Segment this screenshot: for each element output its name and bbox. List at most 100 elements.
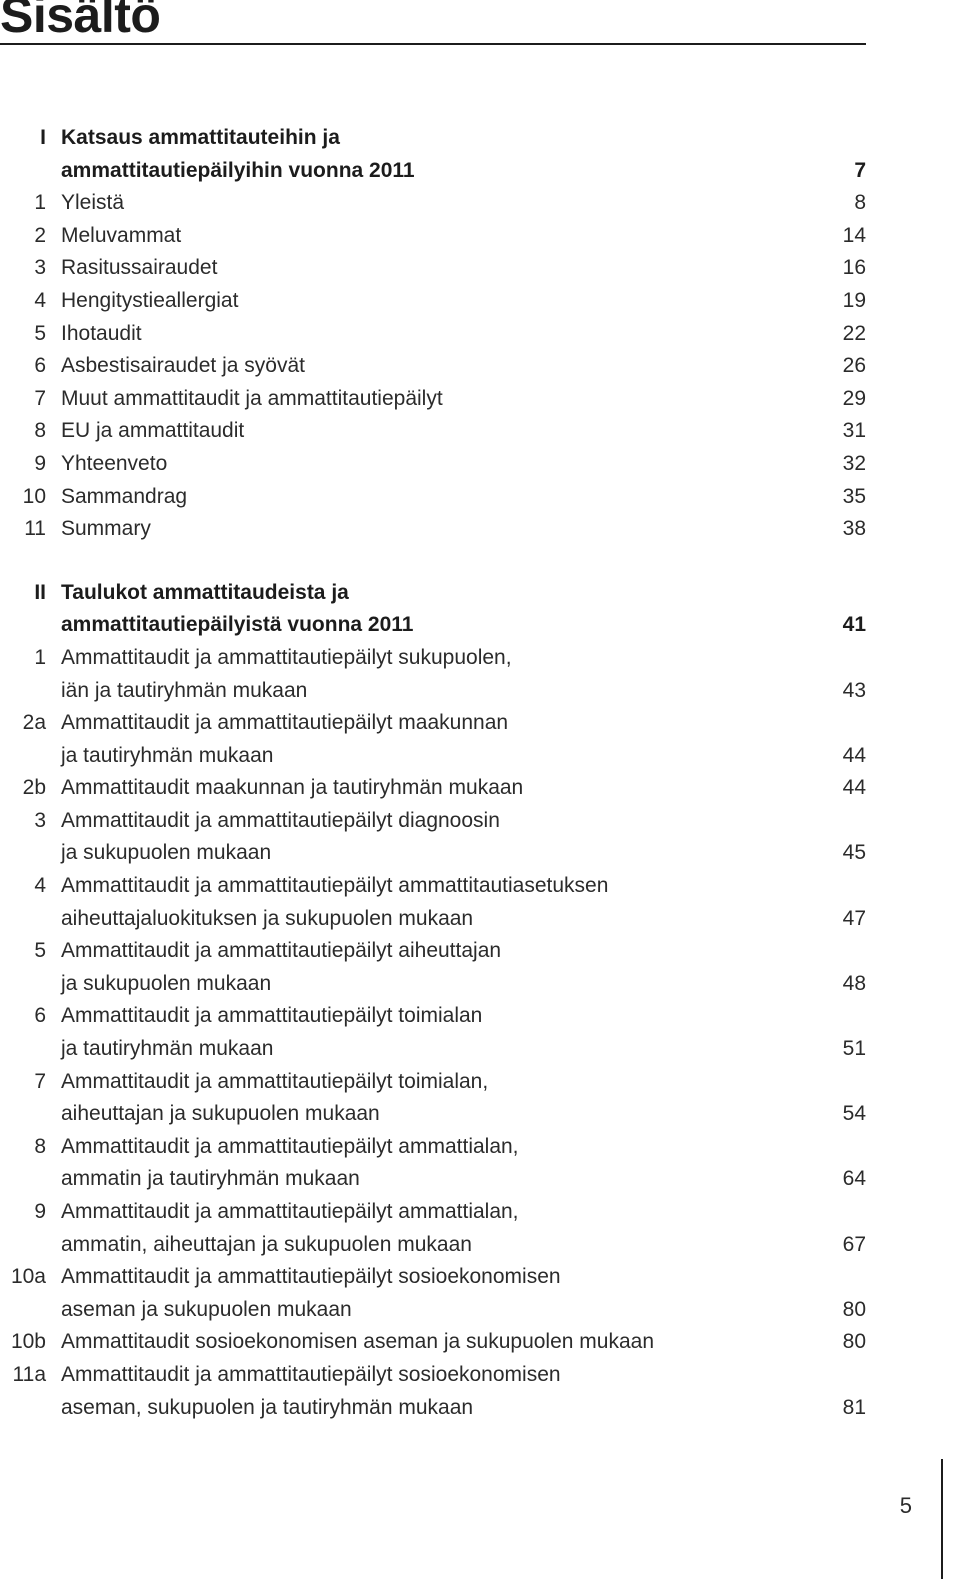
- toc-entry-i-2-label: Meluvammat: [61, 223, 182, 247]
- toc-entry-ii-7-page-number: 54: [842, 1102, 866, 1126]
- toc-entry-i-1-page-number: 8: [854, 191, 866, 215]
- toc-entry-ii-2b[interactable]: 2b Ammattitaudit maakunnan ja tautiryhmän…: [0, 772, 866, 805]
- toc-entry-ii-2a[interactable]: 2a Ammattitaudit ja ammattitautiepäilyt m…: [0, 707, 866, 740]
- toc-entry-i-9-number: 9: [34, 451, 46, 475]
- toc-heading-i-label: Katsaus ammattitauteihin ja: [61, 126, 340, 149]
- toc-entry-ii-9-label: ammatin, aiheuttajan ja sukupuolen mukaa…: [61, 1232, 472, 1256]
- toc-entry-ii-5-page-number: 48: [842, 971, 866, 995]
- toc-entry-ii-2a-label: Ammattitaudit ja ammattitautiepäilyt maa…: [61, 711, 509, 735]
- toc-heading-ii-label: Taulukot ammattitaudeista ja: [61, 580, 349, 604]
- toc-heading-ii-number: II: [34, 580, 46, 604]
- toc-entry-ii-1-label: iän ja tautiryhmän mukaan: [61, 678, 308, 702]
- toc-entry-i-6[interactable]: 6 Asbestisairaudet ja syövät 26: [0, 350, 866, 383]
- toc-entry-ii-1-label: Ammattitaudit ja ammattitautiepäilyt suk…: [61, 645, 512, 669]
- toc-entry-ii-8[interactable]: 8 Ammattitaudit ja ammattitautiepäilyt am…: [0, 1131, 866, 1164]
- toc-entry-ii-9-number: 9: [34, 1200, 46, 1223]
- toc-entry-ii-2b-label: Ammattitaudit maakunnan ja tautiryhmän m…: [61, 776, 524, 800]
- toc-entry-ii-6[interactable]: 6 Ammattitaudit ja ammattitautiepäilyt to…: [0, 1000, 866, 1033]
- toc-entry-ii-11a-label: Ammattitaudit ja ammattitautiepäilyt sos…: [61, 1362, 561, 1386]
- toc-heading-ii[interactable]: IITaulukot ammattitaudeista ja0: [0, 577, 866, 610]
- toc-section-ii: IITaulukot ammattitaudeista ja0ammattita…: [0, 577, 866, 1424]
- toc-entry-ii-4-page-number: 47: [842, 906, 866, 930]
- toc-entry-ii-3[interactable]: 3 Ammattitaudit ja ammattitautiepäilyt di…: [0, 805, 866, 838]
- toc-entry-ii-4-number: 4: [34, 874, 46, 898]
- toc-entry-i-4-number: 4: [34, 288, 46, 312]
- toc-entry-ii-8-label: ammatin ja tautiryhmän mukaan: [61, 1167, 360, 1191]
- toc-entry-ii-7-number: 7: [34, 1069, 46, 1093]
- toc-entry-ii-3[interactable]: ja sukupuolen mukaan 45: [0, 837, 866, 870]
- toc-entry-i-5[interactable]: 5 Ihotaudit 22: [0, 318, 866, 351]
- toc-entry-ii-10a-number: 10a: [10, 1265, 46, 1289]
- toc-entry-ii-2a-number: 2a: [22, 711, 46, 735]
- title-divider: [0, 43, 866, 45]
- toc-entry-ii-7[interactable]: aiheuttajan ja sukupuolen mukaan 54: [0, 1098, 866, 1131]
- toc-entry-ii-7[interactable]: 7 Ammattitaudit ja ammattitautiepäilyt to…: [0, 1066, 866, 1099]
- toc-entry-ii-4[interactable]: aiheuttajaluokituksen ja sukupuolen muka…: [0, 903, 866, 936]
- toc-entry-ii-10a-page-number: 80: [842, 1297, 866, 1321]
- toc-heading-i[interactable]: IKatsaus ammattitauteihin ja0: [0, 122, 866, 155]
- toc-entry-ii-1[interactable]: 1 Ammattitaudit ja ammattitautiepäilyt su…: [0, 642, 866, 675]
- toc-entry-ii-10a[interactable]: 10a Ammattitaudit ja ammattitautiepäilyt …: [0, 1261, 866, 1294]
- toc-entry-i-2-number: 2: [34, 223, 46, 247]
- toc-entry-ii-1[interactable]: iän ja tautiryhmän mukaan 43: [0, 675, 866, 708]
- toc-entry-ii-5[interactable]: ja sukupuolen mukaan 48: [0, 968, 866, 1001]
- toc-entry-ii-5-label: Ammattitaudit ja ammattitautiepäilyt aih…: [61, 939, 502, 963]
- toc-entry-i-7-label: Muut ammattitaudit ja ammattitautiepäily…: [61, 386, 443, 410]
- toc-entry-i-8[interactable]: 8 EU ja ammattitaudit 31: [0, 415, 866, 448]
- toc-entry-i-3[interactable]: 3 Rasitussairaudet 16: [0, 252, 866, 285]
- toc-entry-ii-1-number: 1: [34, 645, 46, 669]
- toc-heading-i-page-number: 7: [854, 158, 866, 182]
- toc-entry-i-10-page-number: 35: [842, 484, 866, 508]
- toc-entry-ii-8[interactable]: ammatin ja tautiryhmän mukaan 64: [0, 1163, 866, 1196]
- toc-entry-ii-6-page-number: 51: [842, 1037, 866, 1061]
- toc-entry-ii-9[interactable]: 9 Ammattitaudit ja ammattitautiepäilyt am…: [0, 1196, 866, 1229]
- toc-entry-ii-9[interactable]: ammatin, aiheuttajan ja sukupuolen mukaa…: [0, 1229, 866, 1262]
- toc-entry-ii-6[interactable]: ja tautiryhmän mukaan 51: [0, 1033, 866, 1066]
- toc-entry-ii-4-label: aiheuttajaluokituksen ja sukupuolen muka…: [61, 906, 474, 930]
- toc-entry-i-7[interactable]: 7 Muut ammattitaudit ja ammattitautiepäil…: [0, 383, 866, 416]
- toc-entry-i-8-page-number: 31: [842, 419, 866, 443]
- toc-entry-i-8-label: EU ja ammattitaudit: [61, 419, 245, 443]
- toc-entry-ii-2a[interactable]: ja tautiryhmän mukaan 44: [0, 740, 866, 773]
- toc-entry-i-11[interactable]: 11 Summary 38: [0, 513, 866, 546]
- toc-entry-ii-3-number: 3: [34, 808, 46, 832]
- toc-entry-ii-4-label: Ammattitaudit ja ammattitautiepäilyt amm…: [61, 874, 609, 898]
- toc-entry-ii-10b-label: Ammattitaudit sosioekonomisen aseman ja …: [61, 1330, 654, 1354]
- toc-heading-i[interactable]: ammattitautiepäilyihin vuonna 2011 7: [0, 155, 866, 188]
- toc-entry-ii-9-page-number: 67: [842, 1232, 866, 1256]
- toc-entry-i-2[interactable]: 2 Meluvammat 14: [0, 220, 866, 253]
- toc-entry-i-1[interactable]: 1 Yleistä 8: [0, 187, 866, 220]
- toc-entry-ii-8-number: 8: [34, 1134, 46, 1158]
- toc-entry-i-5-page-number: 22: [842, 321, 866, 345]
- toc-entry-i-10-number: 10: [22, 484, 46, 508]
- page-edge-marker: [941, 1459, 943, 1579]
- toc-section-i: IKatsaus ammattitauteihin ja0ammattitaut…: [0, 122, 866, 546]
- toc-entry-ii-10b[interactable]: 10b Ammattitaudit sosioekonomisen aseman …: [0, 1326, 866, 1359]
- toc-entry-i-9[interactable]: 9 Yhteenveto 32: [0, 448, 866, 481]
- toc-entry-ii-8-label: Ammattitaudit ja ammattitautiepäilyt amm…: [61, 1134, 519, 1158]
- toc-heading-ii[interactable]: ammattitautiepäilyistä vuonna 2011 41: [0, 609, 866, 642]
- toc-entry-i-3-page-number: 16: [842, 256, 866, 280]
- toc-entry-ii-5-label: ja sukupuolen mukaan: [61, 971, 272, 995]
- toc-entry-ii-5[interactable]: 5 Ammattitaudit ja ammattitautiepäilyt ai…: [0, 935, 866, 968]
- toc-entry-i-11-number: 11: [24, 517, 46, 541]
- toc-entry-ii-11a[interactable]: 11a Ammattitaudit ja ammattitautiepäilyt …: [0, 1359, 866, 1392]
- table-of-contents: IKatsaus ammattitauteihin ja0ammattitaut…: [0, 122, 866, 1424]
- toc-entry-i-4[interactable]: 4 Hengitystieallergiat 19: [0, 285, 866, 318]
- toc-entry-i-7-number: 7: [34, 386, 46, 410]
- toc-entry-i-10[interactable]: 10 Sammandrag 35: [0, 481, 866, 514]
- toc-entry-ii-6-label: ja tautiryhmän mukaan: [61, 1037, 274, 1061]
- toc-entry-ii-6-number: 6: [34, 1004, 46, 1028]
- toc-entry-ii-11a[interactable]: aseman, sukupuolen ja tautiryhmän mukaan…: [0, 1392, 866, 1425]
- toc-entry-ii-11a-label: aseman, sukupuolen ja tautiryhmän mukaan: [61, 1395, 474, 1419]
- toc-heading-i-number: I: [40, 126, 46, 149]
- toc-entry-ii-10a[interactable]: aseman ja sukupuolen mukaan 80: [0, 1294, 866, 1327]
- toc-entry-i-5-label: Ihotaudit: [61, 321, 142, 345]
- toc-entry-i-1-number: 1: [34, 191, 46, 215]
- toc-heading-ii-label: ammattitautiepäilyistä vuonna 2011: [61, 613, 414, 637]
- toc-entry-ii-4[interactable]: 4 Ammattitaudit ja ammattitautiepäilyt am…: [0, 870, 866, 903]
- toc-entry-i-6-label: Asbestisairaudet ja syövät: [61, 354, 305, 378]
- page-title: Sisältö: [0, 0, 161, 43]
- toc-entry-ii-1-page-number: 43: [842, 678, 866, 702]
